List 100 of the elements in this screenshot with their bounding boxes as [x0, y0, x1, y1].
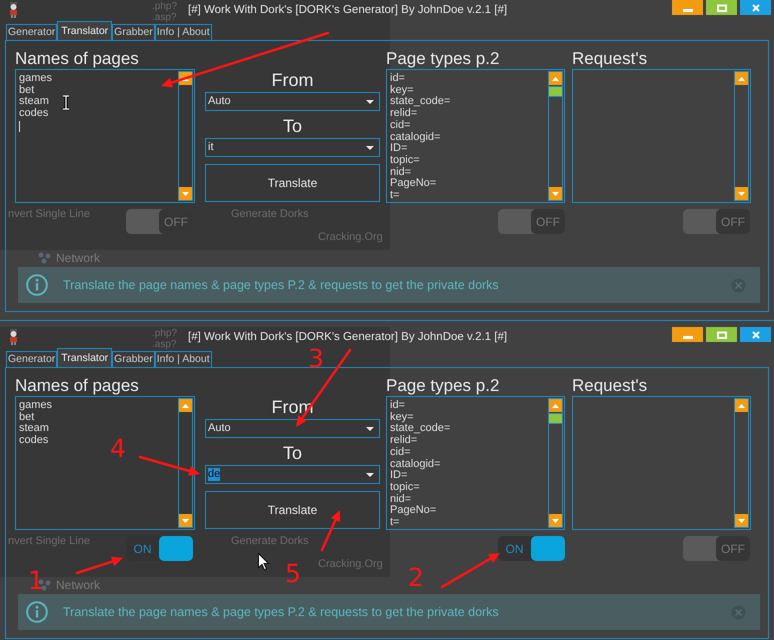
list-box[interactable] — [572, 69, 751, 203]
info-message: Translate the page names & page types P.2 & requests to get the private dorks — [63, 604, 499, 620]
info-message: Translate the page names & page types P.2 & requests to get the private dorks — [63, 278, 499, 292]
text-line: bet — [19, 84, 34, 96]
scroll-thumb[interactable] — [549, 86, 562, 97]
text-line: codes — [19, 435, 48, 447]
scroll-thumb[interactable] — [549, 413, 562, 424]
caret-up-icon — [552, 76, 559, 80]
language-select[interactable]: de — [205, 465, 380, 484]
background-text: Network — [56, 578, 100, 592]
list-item[interactable]: topic= — [390, 154, 420, 167]
annotation-number: 3 — [308, 346, 324, 372]
caret-down-icon — [738, 192, 745, 196]
text-area[interactable]: games bet steam codes — [15, 69, 195, 203]
list-item[interactable]: nid= — [390, 166, 412, 178]
figure-icon — [8, 329, 19, 345]
close-button[interactable] — [740, 327, 771, 342]
scroll-up-button[interactable] — [735, 399, 748, 412]
info-icon — [26, 601, 48, 623]
text-line: games — [19, 73, 52, 85]
minimize-icon — [682, 336, 692, 339]
list-item[interactable]: PageNo= — [390, 178, 436, 190]
maximize-button[interactable] — [706, 0, 737, 15]
list-box[interactable]: id= key= state_code= relid= cid= catalogid= ID= topic= nid= PageNo= t= — [386, 396, 565, 530]
annotation-arrow — [440, 553, 500, 588]
text-line: steam — [19, 96, 49, 108]
section-heading: Page types p.2 — [386, 375, 500, 396]
list-item[interactable]: t= — [390, 517, 400, 529]
list-item[interactable]: ID= — [390, 470, 408, 482]
text-line: steam — [19, 423, 49, 435]
minimize-button[interactable] — [672, 0, 703, 15]
caret-up-icon — [182, 76, 189, 80]
scroll-down-button[interactable] — [179, 514, 192, 527]
scrollbar[interactable] — [734, 398, 749, 528]
close-icon[interactable] — [731, 604, 746, 620]
list-item[interactable]: state_code= — [390, 423, 450, 436]
caret-up-icon — [738, 404, 745, 408]
list-item[interactable]: id= — [390, 73, 405, 85]
caret-down-icon — [182, 518, 189, 522]
tab[interactable]: Grabber — [112, 351, 155, 367]
scrollbar[interactable] — [178, 71, 193, 201]
annotation-arrow — [320, 510, 340, 552]
list-item[interactable]: relid= — [390, 435, 418, 447]
scrollbar[interactable] — [178, 398, 193, 528]
list-item[interactable]: key= — [390, 84, 414, 96]
list-item[interactable]: key= — [390, 412, 414, 424]
minimize-button[interactable] — [672, 327, 703, 342]
scroll-up-button[interactable] — [549, 72, 562, 85]
tab[interactable]: Generator — [6, 24, 58, 40]
list-item[interactable]: relid= — [390, 108, 418, 120]
scrollbar[interactable] — [734, 71, 749, 201]
scroll-down-button[interactable] — [549, 187, 562, 200]
network-icon — [38, 252, 51, 264]
language-select[interactable]: Auto — [205, 419, 380, 438]
text-cursor-icon — [62, 95, 70, 110]
list-item[interactable]: t= — [390, 190, 400, 202]
caret-down-icon — [552, 192, 559, 196]
annotation-number: 5 — [285, 561, 301, 587]
close-icon — [752, 330, 760, 338]
tab[interactable]: Grabber — [112, 24, 155, 40]
caret-down-icon — [738, 518, 745, 522]
list-item[interactable]: topic= — [390, 482, 420, 494]
translate-button[interactable]: Translate — [205, 164, 380, 202]
caret-up-icon — [182, 404, 189, 408]
mouse-pointer-icon — [258, 553, 269, 571]
list-item[interactable]: cid= — [390, 120, 410, 132]
scrollbar[interactable] — [548, 71, 563, 201]
scroll-down-button[interactable] — [735, 187, 748, 200]
close-button[interactable] — [740, 0, 771, 15]
list-box[interactable]: id= key= state_code= relid= cid= catalogid= ID= topic= nid= PageNo= t= — [386, 69, 565, 203]
language-select[interactable]: Auto — [205, 92, 380, 111]
annotation-number: 4 — [110, 436, 126, 462]
tab[interactable]: Generator — [6, 351, 58, 367]
list-item[interactable]: cid= — [390, 446, 410, 459]
scroll-down-button[interactable] — [179, 187, 192, 200]
section-heading: Page types p.2 — [386, 48, 500, 69]
close-icon — [752, 4, 760, 12]
maximize-button[interactable] — [706, 327, 737, 342]
figure-icon — [8, 2, 19, 18]
scroll-down-button[interactable] — [735, 514, 748, 527]
list-item[interactable]: ID= — [390, 143, 408, 155]
list-item[interactable]: PageNo= — [390, 505, 436, 518]
scroll-down-button[interactable] — [549, 514, 562, 527]
scroll-up-button[interactable] — [179, 399, 192, 412]
list-item[interactable]: nid= — [390, 494, 412, 506]
tab[interactable]: Translator — [57, 348, 112, 367]
scroll-up-button[interactable] — [549, 399, 562, 412]
list-box[interactable] — [572, 396, 751, 530]
tab[interactable]: Translator — [57, 21, 112, 40]
list-item[interactable]: id= — [390, 400, 405, 412]
scroll-up-button[interactable] — [735, 72, 748, 85]
list-item[interactable]: catalogid= — [390, 132, 440, 144]
tab[interactable]: Info | About — [154, 24, 212, 40]
tab[interactable]: Info | About — [154, 351, 212, 367]
list-item[interactable]: state_code= — [390, 96, 450, 108]
translate-button[interactable]: Translate — [205, 491, 380, 529]
close-icon[interactable] — [731, 278, 746, 292]
language-select[interactable]: it — [205, 138, 380, 157]
list-item[interactable]: catalogid= — [390, 458, 440, 470]
scrollbar[interactable] — [548, 398, 563, 528]
